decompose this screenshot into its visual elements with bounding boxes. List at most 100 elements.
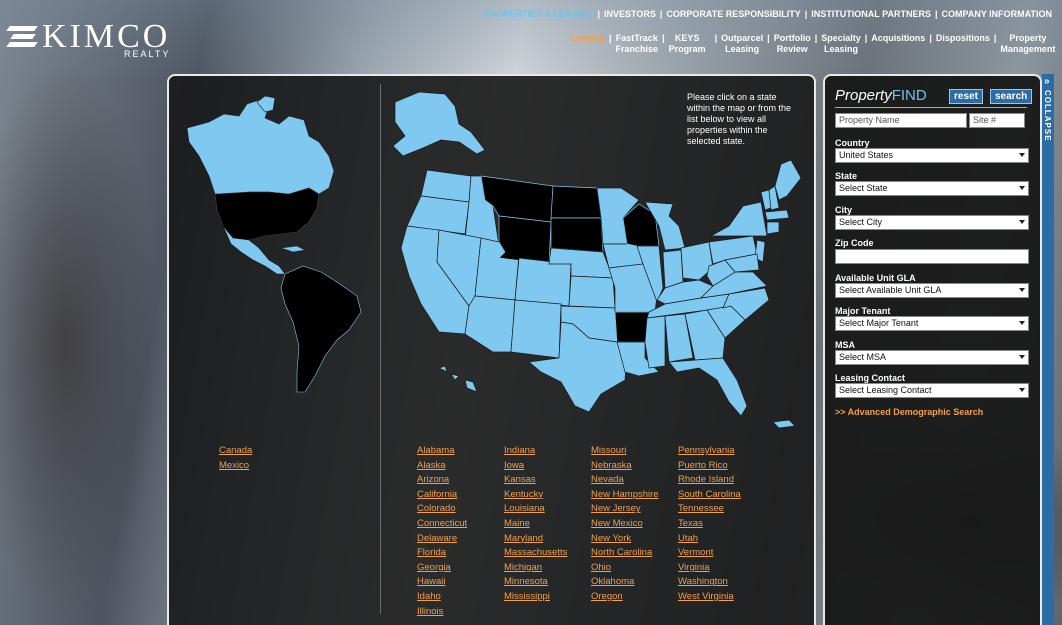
advanced-demographic-search-link[interactable]: >> Advanced Demographic Search [835, 407, 983, 417]
state-link[interactable]: Delaware [417, 532, 467, 547]
subnav-property-management[interactable]: Property Management [997, 33, 1058, 55]
state-link[interactable]: South Carolina [678, 488, 741, 503]
state-link[interactable]: Missouri [591, 444, 659, 459]
state-link[interactable]: Utah [678, 532, 741, 547]
state-north-dakota[interactable] [550, 185, 602, 219]
state-link[interactable]: Illinois [417, 605, 467, 620]
state-link[interactable]: Connecticut [417, 517, 467, 532]
nav-investors[interactable]: INVESTORS [604, 9, 656, 19]
double-chevron-icon: » [1044, 76, 1050, 87]
state-link[interactable]: Maine [504, 517, 567, 532]
state-link[interactable]: New Mexico [591, 517, 659, 532]
property-name-input[interactable]: Property Name [835, 113, 967, 128]
collapse-tab[interactable]: » COLLAPSE [1042, 74, 1054, 625]
state-link[interactable]: Nevada [591, 473, 659, 488]
state-link[interactable]: Maryland [504, 532, 567, 547]
state-link[interactable]: Kansas [504, 473, 567, 488]
state-arizona[interactable] [464, 295, 516, 353]
state-kansas[interactable] [568, 275, 616, 309]
state-link[interactable]: Pennsylvania [678, 444, 741, 459]
state-link[interactable]: Massachusetts [504, 546, 567, 561]
state-link[interactable]: North Carolina [591, 546, 659, 561]
state-link[interactable]: New Hampshire [591, 488, 659, 503]
subnav-portfolio-review[interactable]: Portfolio Review [771, 33, 814, 55]
state-link[interactable]: Florida [417, 546, 467, 561]
state-link[interactable]: New York [591, 532, 659, 547]
state-colorado[interactable] [514, 257, 572, 307]
major-tenant-select[interactable]: Select Major Tenant [835, 316, 1029, 331]
usa-region-overview[interactable] [214, 187, 320, 241]
subnav-acquisitions[interactable]: Acquisitions [868, 33, 928, 55]
nav-institutional-partners[interactable]: INSTITUTIONAL PARTNERS [811, 9, 931, 19]
state-link[interactable]: California [417, 488, 467, 503]
state-link[interactable]: Colorado [417, 502, 467, 517]
country-select[interactable]: United States [835, 148, 1029, 163]
subnav-leasing[interactable]: Leasing [568, 33, 608, 55]
gla-select[interactable]: Select Available Unit GLA [835, 283, 1029, 298]
state-arkansas[interactable] [614, 311, 650, 343]
state-massachusetts[interactable] [764, 209, 790, 221]
state-south-dakota[interactable] [550, 217, 604, 253]
state-link[interactable]: Puerto Rico [678, 459, 741, 474]
state-link[interactable]: Oklahoma [591, 575, 659, 590]
state-link[interactable]: Rhode Island [678, 473, 741, 488]
state-link[interactable]: Michigan [504, 561, 567, 576]
subnav-fasttrack-franchise[interactable]: FastTrack Franchise [613, 33, 662, 55]
state-link[interactable]: Alabama [417, 444, 467, 459]
chevron-down-icon [1019, 321, 1025, 325]
link-mexico[interactable]: Mexico [219, 459, 252, 474]
subnav-specialty-leasing[interactable]: Specialty Leasing [818, 33, 864, 55]
state-link[interactable]: Idaho [417, 590, 467, 605]
state-link[interactable]: Louisiana [504, 502, 567, 517]
state-florida[interactable] [668, 357, 748, 417]
state-link[interactable]: Vermont [678, 546, 741, 561]
state-maine[interactable] [774, 159, 802, 201]
search-button[interactable]: search [990, 89, 1033, 104]
city-label: City [835, 205, 853, 215]
state-select[interactable]: Select State [835, 181, 1029, 196]
state-indiana[interactable] [662, 249, 684, 289]
state-puerto-rico[interactable] [772, 419, 796, 429]
state-connecticut[interactable] [766, 221, 780, 235]
state-link[interactable]: Kentucky [504, 488, 567, 503]
state-link[interactable]: Nebraska [591, 459, 659, 474]
subnav-keys-program[interactable]: KEYS Program [666, 33, 709, 55]
state-link[interactable]: Tennessee [678, 502, 741, 517]
state-link[interactable]: New Jersey [591, 502, 659, 517]
state-link[interactable]: Alaska [417, 459, 467, 474]
state-link[interactable]: Oregon [591, 590, 659, 605]
state-link[interactable]: Iowa [504, 459, 567, 474]
state-link[interactable]: Georgia [417, 561, 467, 576]
canada-region[interactable] [186, 99, 335, 195]
map-panel: Please click on a state within the map o… [167, 74, 816, 625]
state-link[interactable]: Indiana [504, 444, 567, 459]
city-select[interactable]: Select City [835, 215, 1029, 230]
state-new-york[interactable] [709, 201, 768, 237]
state-hawaii[interactable] [438, 365, 478, 393]
leasing-contact-select[interactable]: Select Leasing Contact [835, 383, 1029, 398]
nav-properties-leasing[interactable]: PROPERTIES & LEASING [484, 9, 594, 19]
state-wyoming[interactable] [498, 215, 552, 265]
state-link[interactable]: West Virginia [678, 590, 741, 605]
subnav-dispositions[interactable]: Dispositions [933, 33, 993, 55]
reset-button[interactable]: reset [949, 89, 983, 104]
state-link[interactable]: Texas [678, 517, 741, 532]
nav-corporate-responsibility[interactable]: CORPORATE RESPONSIBILITY [666, 9, 800, 19]
nav-company-information[interactable]: COMPANY INFORMATION [942, 9, 1053, 19]
zip-code-input[interactable] [835, 249, 1029, 264]
state-link[interactable]: Mississippi [504, 590, 567, 605]
state-link[interactable]: Virginia [678, 561, 741, 576]
state-link[interactable]: Hawaii [417, 575, 467, 590]
state-alaska[interactable] [392, 91, 486, 157]
subnav-outparcel-leasing[interactable]: Outparcel Leasing [718, 33, 766, 55]
state-mississippi[interactable] [644, 315, 666, 369]
state-new-mexico[interactable] [510, 299, 562, 359]
state-link[interactable]: Minnesota [504, 575, 567, 590]
state-link[interactable]: Washington [678, 575, 741, 590]
south-america-region[interactable] [280, 265, 362, 393]
state-link[interactable]: Arizona [417, 473, 467, 488]
site-number-input[interactable]: Site # [969, 113, 1025, 128]
msa-select[interactable]: Select MSA [835, 350, 1029, 365]
link-canada[interactable]: Canada [219, 444, 252, 459]
state-link[interactable]: Ohio [591, 561, 659, 576]
